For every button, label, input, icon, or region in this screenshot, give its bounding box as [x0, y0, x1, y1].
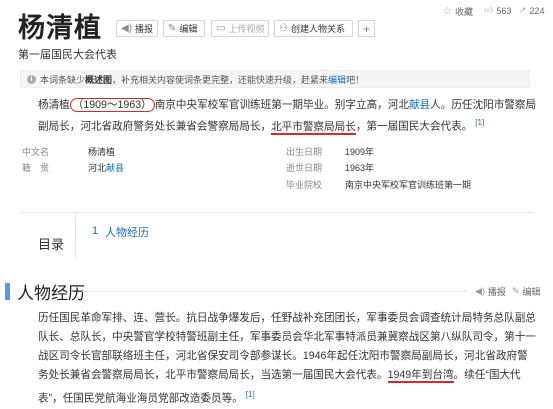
basic-info-value: 河北献县 — [88, 161, 124, 174]
pencil-icon: ✎ — [168, 23, 177, 34]
intro-paragraph: 杨清植 （1909～1963） 南京中央军校军官训练班第一期毕业。别字立高，河北献县… — [38, 96, 538, 136]
section-accent-bar — [5, 283, 10, 300]
create-relation-button[interactable]: ⚇ 创建人物关系 — [274, 20, 353, 37]
basic-info-value: 1909年 — [345, 147, 375, 157]
audio-icon: ◀) — [121, 23, 133, 34]
basic-info-row: 籍 贯 — [22, 161, 49, 174]
intro-years: （1909～1963） — [69, 98, 155, 112]
notice-text-end: 吧！ — [346, 74, 365, 85]
add-button[interactable]: + — [358, 20, 375, 37]
edit-label: 编辑 — [179, 24, 198, 34]
reference-link[interactable]: [1] — [475, 118, 484, 127]
notice-bold: 概述图 — [85, 74, 113, 85]
section-broadcast-button[interactable]: ◀) 播报 — [475, 285, 506, 298]
pencil-icon: ✎ — [512, 286, 520, 296]
info-icon: i — [27, 74, 36, 84]
plus-icon: + — [362, 21, 370, 36]
section-edit-button[interactable]: ✎ 编辑 — [512, 285, 541, 298]
page-title: 杨清植 — [18, 13, 102, 43]
broadcast-label: 播报 — [135, 24, 154, 34]
upload-video-label: 上传视频 — [228, 24, 265, 34]
reference-link[interactable]: [1] — [246, 390, 255, 399]
basic-info-row: 出生日期 — [286, 145, 322, 158]
like-button[interactable]: 👍︎ 563 — [484, 5, 511, 16]
basic-info-label: 籍 贯 — [22, 163, 50, 173]
intro-marked-text: 北平市警察局局长 — [271, 120, 356, 135]
collect-label: 收藏 — [454, 7, 473, 17]
notice-text-2: ，补充相关内容使词条更完整，还能快速升级，赶紧来 — [112, 74, 329, 85]
share-count: 224 — [529, 5, 545, 16]
native-place-prefix: 河北 — [88, 163, 107, 173]
intro-text-3: ，第一届国民大会代表。 — [355, 120, 473, 133]
intro-text-1: 南京中央军校军官训练班第一期毕业。别字立高，河北 — [154, 99, 409, 111]
basic-info-label: 逝世日期 — [286, 163, 323, 173]
xianxian-link[interactable]: 献县 — [409, 99, 430, 111]
toc-container — [20, 212, 534, 263]
notice-text: 本词条缺少 — [40, 74, 86, 85]
star-icon: ☆ — [443, 6, 452, 17]
share-button[interactable]: ↗ 224 — [519, 5, 545, 16]
like-count: 563 — [496, 5, 512, 16]
basic-info-value: 杨清植 — [88, 147, 116, 157]
intro-name: 杨清植 — [38, 99, 70, 111]
toc-divider — [75, 214, 76, 258]
share-icon: ↗ — [519, 5, 527, 15]
section-broadcast-label: 播报 — [487, 287, 506, 297]
collect-button[interactable]: ☆ 收藏 — [443, 5, 473, 18]
notice-edit-link[interactable]: 编辑 — [328, 75, 346, 85]
broadcast-button[interactable]: ◀) 播报 — [116, 20, 158, 37]
toc-item-number: 1 — [92, 225, 99, 237]
page-subtitle: 第一届国民大会代表 — [18, 49, 117, 61]
basic-info-label: 出生日期 — [286, 147, 323, 157]
basic-info-value: 南京中央军校军官训练班第一期 — [345, 180, 472, 190]
career-paragraph: 历任国民革命军排、连、营长。抗日战争爆发后，任野战补充团团长，军事委员会调查统计… — [38, 309, 538, 409]
toc-item-career[interactable]: 人物经历 — [105, 224, 149, 240]
edit-button[interactable]: ✎ 编辑 — [163, 20, 205, 37]
upload-video-button[interactable]: ▭ 上传视频 — [211, 20, 269, 37]
audio-icon: ◀) — [475, 286, 485, 296]
basic-info-value: 1963年 — [345, 163, 375, 173]
basic-info-row: 逝世日期 — [286, 161, 322, 174]
section-divider — [82, 291, 467, 292]
video-icon: ▭ — [216, 23, 226, 34]
basic-info-label: 毕业院校 — [286, 180, 323, 190]
people-icon: ⚇ — [279, 23, 288, 34]
create-relation-label: 创建人物关系 — [290, 24, 345, 34]
basic-info-row: 中文名 — [22, 145, 49, 158]
notice-banner: i 本词条缺少概述图，补充相关内容使词条更完整，还能快速升级，赶紧来编辑吧！ — [20, 70, 530, 88]
toc-title: 目录 — [38, 237, 65, 252]
thumb-up-icon: 👍︎ — [484, 5, 494, 15]
basic-info-label: 中文名 — [22, 147, 50, 157]
section-edit-label: 编辑 — [522, 287, 541, 297]
career-marked-text: 1949年到台湾 — [387, 369, 454, 383]
section-title: 人物经历 — [17, 284, 85, 303]
basic-info-row: 毕业院校 — [286, 178, 322, 191]
xianxian-info-link[interactable]: 献县 — [106, 163, 124, 173]
